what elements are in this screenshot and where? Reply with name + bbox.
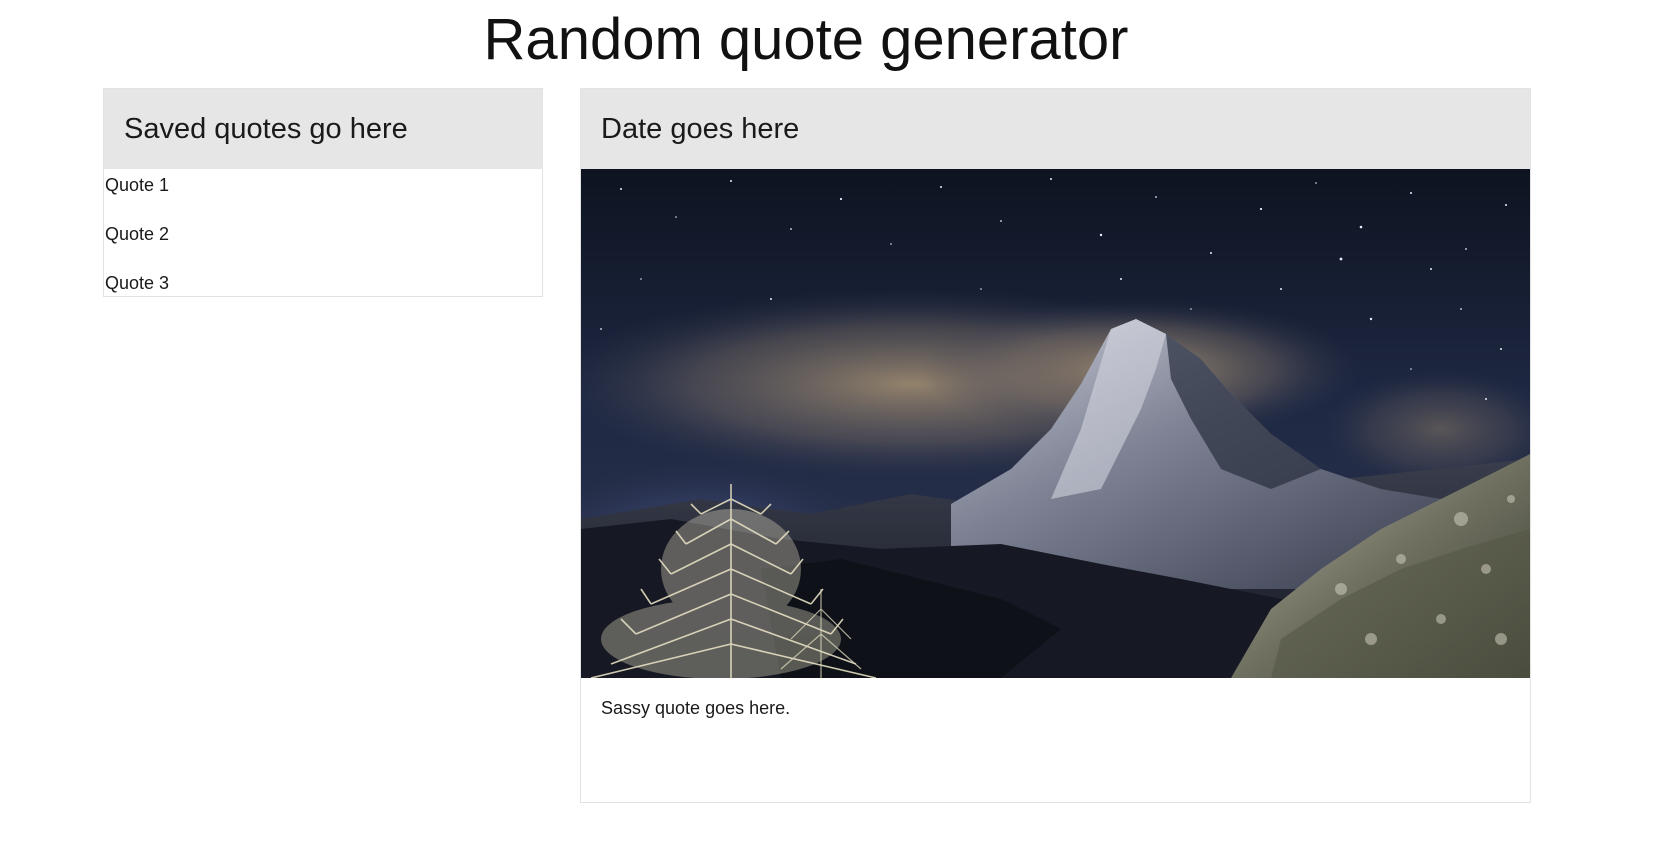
saved-quote-item[interactable]: Quote 1 <box>104 169 542 218</box>
saved-quotes-header: Saved quotes go here <box>104 89 542 169</box>
saved-quote-item[interactable]: Quote 2 <box>104 218 542 267</box>
saved-quotes-panel: Saved quotes go here Quote 1 Quote 2 Quo… <box>103 88 543 297</box>
page: Random quote generator Saved quotes go h… <box>0 0 1670 859</box>
quote-card: Date goes here Sassy quote goes here. <box>580 88 1531 803</box>
saved-quotes-list: Quote 1 Quote 2 Quote 3 <box>104 169 542 316</box>
mountain-night-image <box>581 169 1530 678</box>
saved-quote-item[interactable]: Quote 3 <box>104 267 542 316</box>
date-header: Date goes here <box>581 89 1530 169</box>
page-title: Random quote generator <box>483 7 1129 72</box>
quote-text: Sassy quote goes here. <box>601 698 791 718</box>
